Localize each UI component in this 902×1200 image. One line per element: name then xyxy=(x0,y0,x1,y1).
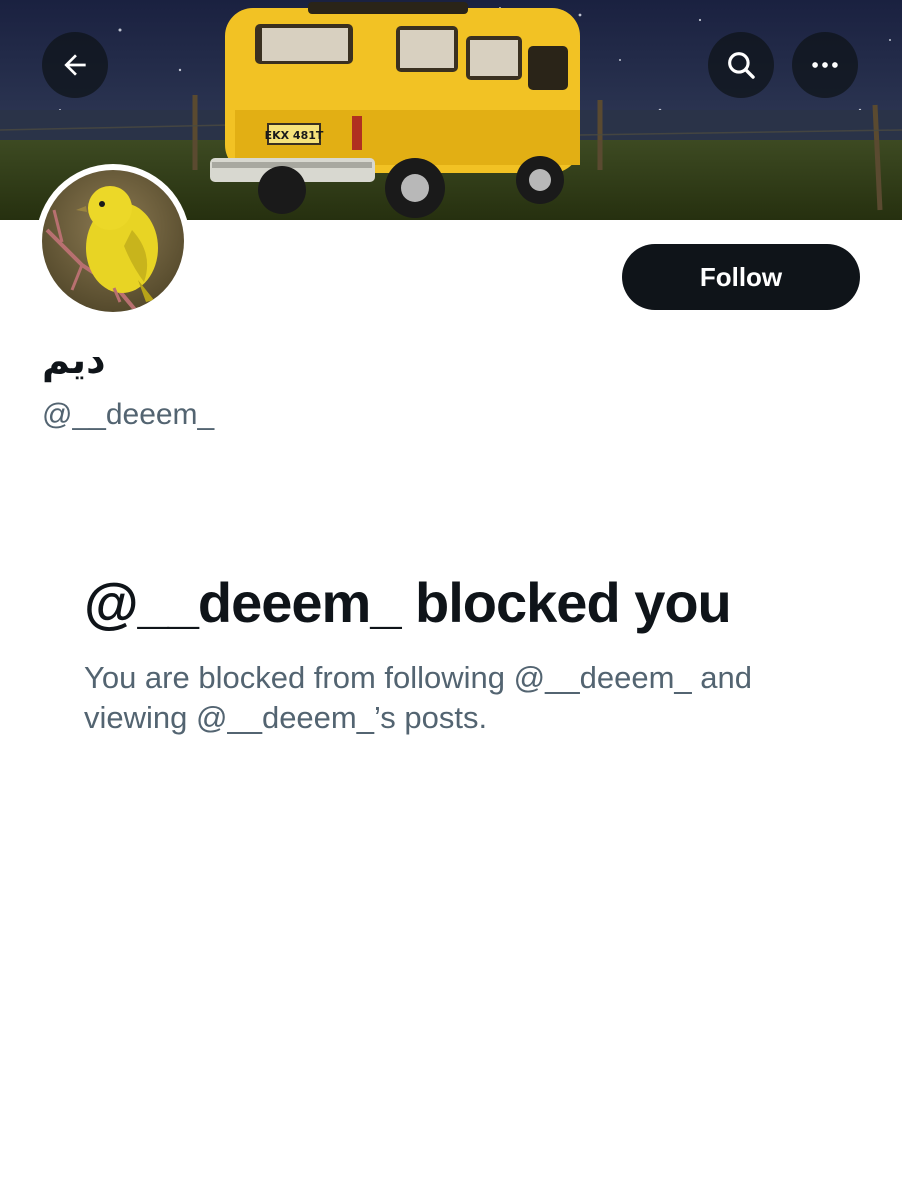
blocked-title: @__deeem_ blocked you xyxy=(84,571,732,634)
arrow-left-icon xyxy=(64,54,86,76)
blocked-description: You are blocked from following @__deeem_… xyxy=(84,660,752,735)
display-name: ديم xyxy=(42,338,106,382)
svg-text:EKX 481T: EKX 481T xyxy=(265,129,324,142)
more-horizontal-icon xyxy=(812,62,838,68)
search-icon xyxy=(728,52,755,79)
search-button[interactable] xyxy=(708,32,774,98)
back-button[interactable] xyxy=(42,32,108,98)
more-options-button[interactable] xyxy=(792,32,858,98)
profile-handle: @__deeem_ xyxy=(42,398,215,431)
avatar[interactable] xyxy=(36,164,190,318)
avatar-image xyxy=(42,170,184,312)
follow-button[interactable]: Follow xyxy=(622,244,860,310)
